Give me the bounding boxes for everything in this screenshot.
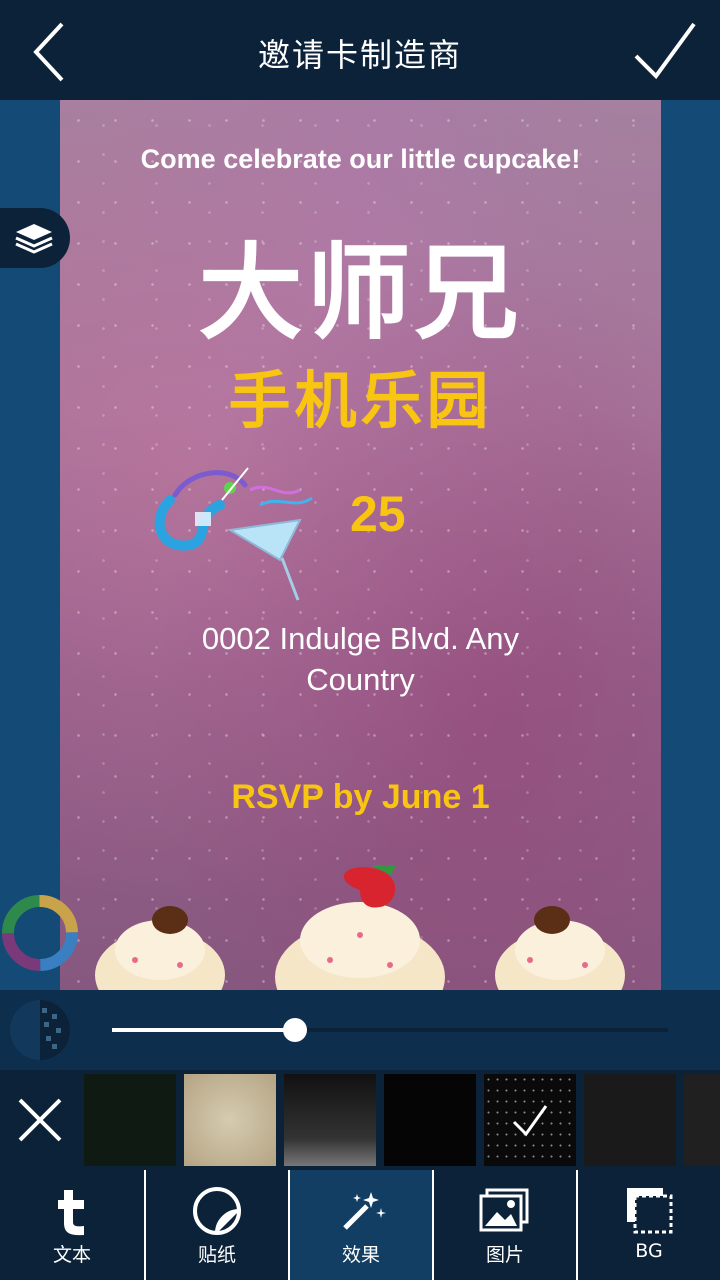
magic-wand-icon [343,1192,386,1230]
top-bar: 邀请卡制造商 [0,0,720,100]
invitation-card[interactable]: Come celebrate our little cupcake! 大师兄 手… [60,100,661,990]
bottom-nav: 文本 贴纸 效果 图片 BG [0,1170,720,1280]
nav-image[interactable]: 图片 [432,1170,576,1280]
nav-image-label: 图片 [485,1244,524,1266]
card-number[interactable]: 25 [350,485,406,543]
cupcakes-sticker[interactable] [60,865,661,990]
nav-sticker[interactable]: 贴纸 [144,1170,288,1280]
sticker-icon [193,1187,242,1235]
card-subheadline[interactable]: 手机乐园 [60,350,661,440]
confirm-check-icon[interactable] [630,18,700,82]
editor-workspace: Come celebrate our little cupcake! 大师兄 手… [0,100,720,990]
selected-check-icon [512,1105,548,1137]
close-icon[interactable] [14,1094,66,1146]
texture-thumb-vintage-paper[interactable] [184,1074,276,1166]
opacity-slider-row [0,990,720,1070]
texture-thumb-dark-vignette[interactable] [284,1074,376,1166]
slider-thumb[interactable] [283,1018,308,1042]
nav-effects[interactable]: 效果 [288,1170,432,1280]
nav-text-label: 文本 [52,1244,91,1266]
nav-sticker-label: 贴纸 [197,1244,236,1266]
contrast-icon [10,1000,70,1060]
text-icon [58,1190,84,1236]
color-wheel-icon[interactable] [0,888,84,978]
nav-background-label: BG [635,1240,663,1262]
nav-effects-label: 效果 [341,1244,380,1266]
texture-thumb-black-noise[interactable] [384,1074,476,1166]
slider-fill [112,1028,296,1032]
background-icon [627,1188,673,1234]
card-headline[interactable]: 大师兄 [60,208,661,359]
texture-thumb-dark-edge[interactable] [684,1074,720,1166]
layers-icon[interactable] [0,208,70,268]
card-address[interactable]: 0002 Indulge Blvd. Any Country [60,618,661,700]
nav-text[interactable]: 文本 [0,1170,144,1280]
texture-strip [0,1070,720,1170]
cocktail-sticker[interactable] [150,460,320,615]
texture-thumb-charcoal[interactable] [584,1074,676,1166]
app-title: 邀请卡制造商 [257,36,462,74]
card-tagline[interactable]: Come celebrate our little cupcake! [60,144,661,175]
texture-thumb-dark-green-grunge[interactable] [84,1074,176,1166]
nav-background[interactable]: BG [576,1170,720,1280]
texture-thumb-starfield[interactable] [484,1074,576,1166]
image-icon [479,1188,529,1232]
card-rsvp[interactable]: RSVP by June 1 [60,778,661,817]
